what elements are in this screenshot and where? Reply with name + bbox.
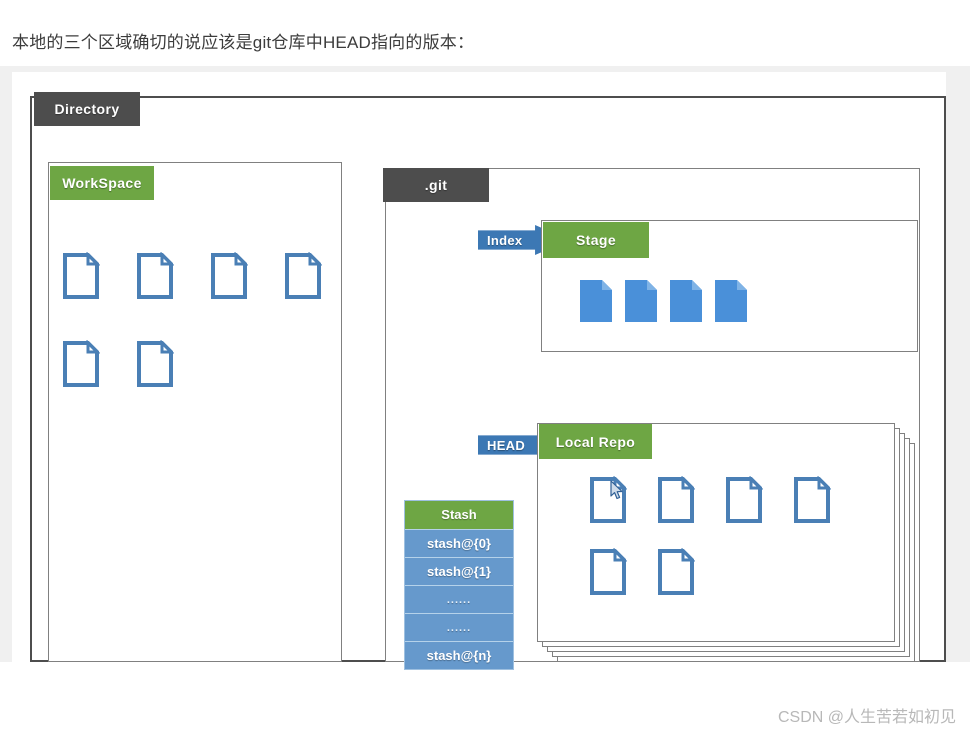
local-repo-file — [589, 548, 627, 596]
workspace-tab: WorkSpace — [50, 166, 154, 200]
workspace-file — [136, 340, 174, 388]
head-arrow-label: HEAD — [487, 437, 526, 453]
local-repo-tab: Local Repo — [539, 424, 652, 459]
mouse-cursor — [610, 480, 624, 500]
workspace-file — [62, 252, 100, 300]
directory-tab: Directory — [34, 92, 140, 126]
workspace-container — [48, 162, 342, 662]
workspace-file — [284, 252, 322, 300]
page-title: 本地的三个区域确切的说应该是git仓库中HEAD指向的版本： — [12, 33, 475, 52]
csdn-watermark: CSDN @人生苦若如初见 — [777, 709, 956, 726]
stash-table-row: stash@{0} — [405, 529, 513, 557]
workspace-file — [136, 252, 174, 300]
stage-file — [580, 280, 612, 322]
screenshot-root: 本地的三个区域确切的说应该是git仓库中HEAD指向的版本： Directory… — [0, 0, 970, 737]
stash-table-row: stash@{1} — [405, 557, 513, 585]
git-tab-label: .git — [424, 177, 448, 193]
stash-table-row: ...... — [405, 613, 513, 641]
local-repo-tab-label: Local Repo — [555, 433, 636, 450]
stash-table-row: stash@{n} — [405, 641, 513, 669]
workspace-tab-label: WorkSpace — [62, 175, 142, 191]
stage-file — [715, 280, 747, 322]
index-arrow-label: Index — [487, 232, 523, 248]
local-repo-file — [725, 476, 763, 524]
git-tab: .git — [383, 168, 489, 202]
stash-table: Stash stash@{0} stash@{1} ...... ...... … — [404, 500, 514, 670]
workspace-file — [62, 340, 100, 388]
stage-tab-label: Stage — [575, 232, 617, 248]
local-repo-file — [657, 476, 695, 524]
stage-file — [625, 280, 657, 322]
stage-tab: Stage — [543, 222, 649, 258]
workspace-file — [210, 252, 248, 300]
local-repo-file — [657, 548, 695, 596]
stage-file — [670, 280, 702, 322]
directory-tab-label: Directory — [54, 101, 120, 117]
local-repo-file — [793, 476, 831, 524]
stash-table-header: Stash — [405, 501, 513, 529]
stash-table-row: ...... — [405, 585, 513, 613]
